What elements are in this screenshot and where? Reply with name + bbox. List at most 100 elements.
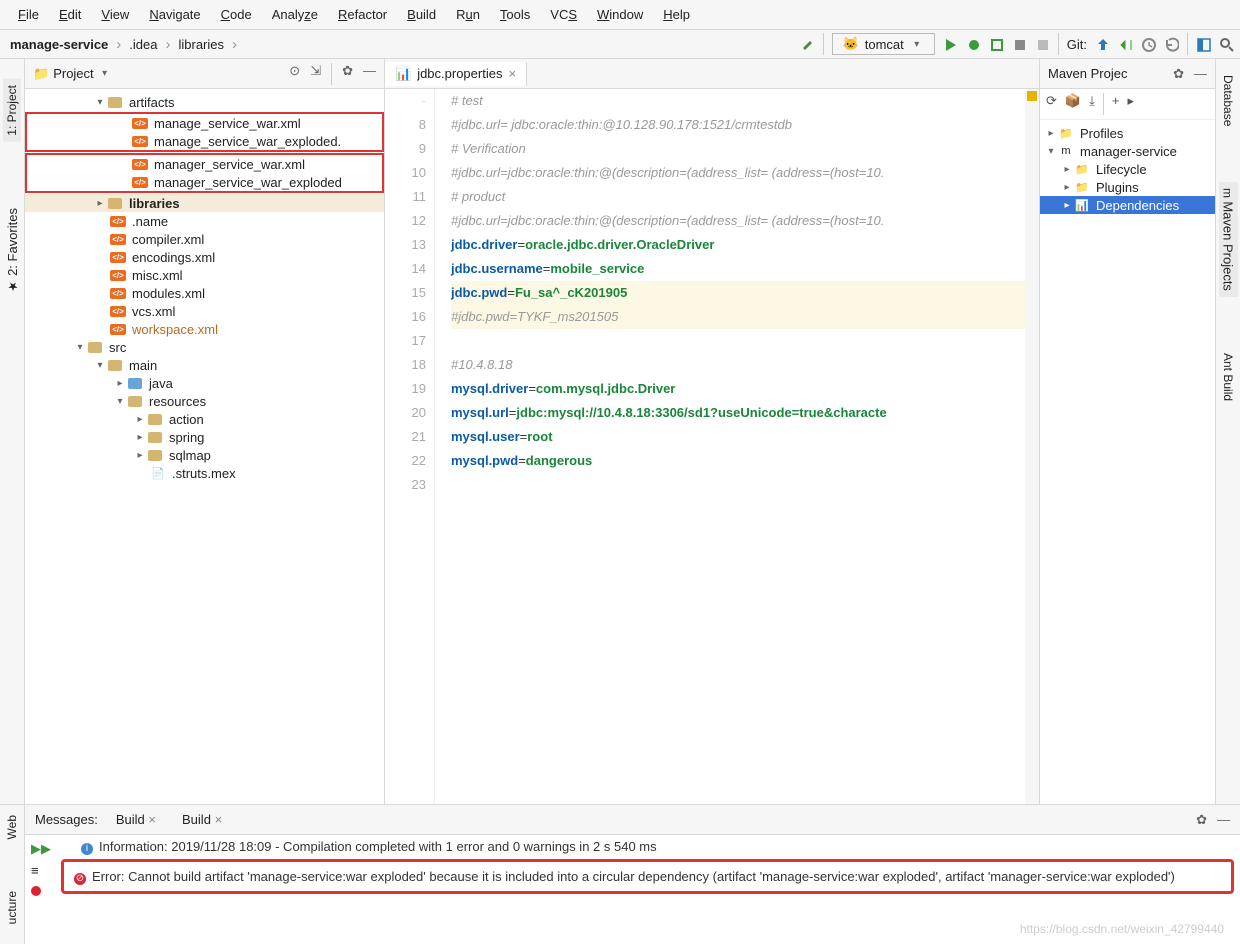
tree-file-a1[interactable]: </>manage_service_war.xml <box>27 114 382 132</box>
menu-edit[interactable]: Edit <box>51 4 89 25</box>
crumb-project[interactable]: manage-service <box>6 35 112 54</box>
tree-libraries[interactable]: ▸libraries <box>25 194 384 212</box>
maven-lifecycle[interactable]: ▸📁Lifecycle <box>1040 160 1215 178</box>
maven-tree[interactable]: ▸📁Profiles ▾mmanager-service ▸📁Lifecycle… <box>1040 120 1215 804</box>
code-lines[interactable]: # test #jdbc.url= jdbc:oracle:thin:@10.1… <box>435 89 1025 804</box>
run-config-combo[interactable]: 🐱 tomcat ▾ <box>832 33 935 55</box>
tree-action[interactable]: ▸action <box>25 410 384 428</box>
tree-sqlmap[interactable]: ▸sqlmap <box>25 446 384 464</box>
tree-file-modules[interactable]: </>modules.xml <box>25 284 384 302</box>
run-config-label: tomcat <box>865 37 904 52</box>
gear-icon[interactable]: ✿ <box>1173 66 1184 82</box>
menu-tools[interactable]: Tools <box>492 4 538 25</box>
git-revert-icon[interactable] <box>1164 37 1179 52</box>
git-commit-icon[interactable] <box>1118 37 1133 52</box>
messages-content: iInformation: 2019/11/28 18:09 - Compila… <box>61 839 1234 940</box>
tree-src[interactable]: ▾src <box>25 338 384 356</box>
git-history-icon[interactable] <box>1141 37 1156 52</box>
maven-dependencies[interactable]: ▸📊Dependencies <box>1040 196 1215 214</box>
tree-resources[interactable]: ▾resources <box>25 392 384 410</box>
messages-error-box[interactable]: ⊘Error: Cannot build artifact 'manage-se… <box>61 859 1234 894</box>
messages-tab-build2[interactable]: Build × <box>174 810 230 829</box>
messages-info-line[interactable]: iInformation: 2019/11/28 18:09 - Compila… <box>61 839 1234 855</box>
menu-analyze[interactable]: Analyze <box>264 4 326 25</box>
tree-file-a4[interactable]: </>manager_service_war_exploded <box>27 173 382 191</box>
close-tab-icon[interactable]: × <box>508 66 516 81</box>
maven-plugins[interactable]: ▸📁Plugins <box>1040 178 1215 196</box>
hide-icon[interactable]: — <box>363 63 376 85</box>
favorites-tool-tab[interactable]: ★ 2: Favorites <box>3 202 22 299</box>
separator <box>1058 33 1059 55</box>
profiler-icon[interactable] <box>1012 37 1027 52</box>
maven-profiles[interactable]: ▸📁Profiles <box>1040 124 1215 142</box>
menu-vcs[interactable]: VCS <box>542 4 585 25</box>
hammer-icon[interactable] <box>800 37 815 52</box>
debug-icon[interactable] <box>966 37 981 52</box>
tree-spring[interactable]: ▸spring <box>25 428 384 446</box>
layout-icon[interactable] <box>1196 37 1211 52</box>
chevron-down-icon[interactable]: ▾ <box>98 68 112 79</box>
tree-file-workspace[interactable]: </>workspace.xml <box>25 320 384 338</box>
hide-icon[interactable]: — <box>1217 812 1230 828</box>
bottom-panel: Web ucture Messages: Build × Build × ✿ —… <box>0 804 1240 944</box>
toolbar-right: 🐱 tomcat ▾ Git: <box>800 33 1234 55</box>
gear-icon[interactable]: ✿ <box>342 63 353 85</box>
tree-artifacts[interactable]: ▾artifacts <box>25 93 384 111</box>
run-icon[interactable] <box>943 37 958 52</box>
menu-help[interactable]: Help <box>655 4 698 25</box>
web-tool-tab[interactable]: Web <box>3 809 21 845</box>
project-tree[interactable]: ▾artifacts </>manage_service_war.xml </>… <box>25 89 384 804</box>
project-tool-tab[interactable]: 1: Project <box>3 79 21 142</box>
download-icon[interactable]: ⤓ <box>1089 93 1095 115</box>
stop-icon[interactable] <box>31 884 61 899</box>
separator <box>1187 33 1188 55</box>
maven-title: Maven Projec <box>1048 66 1127 81</box>
separator <box>823 33 824 55</box>
toolbar: manage-service› .idea› libraries› 🐱 tomc… <box>0 30 1240 59</box>
tree-file-encodings[interactable]: </>encodings.xml <box>25 248 384 266</box>
main-area: 1: Project ★ 2: Favorites 📁 Project ▾ ⊙ … <box>0 59 1240 804</box>
generate-icon[interactable]: 📦 <box>1065 93 1081 115</box>
tree-main[interactable]: ▾main <box>25 356 384 374</box>
collapse-all-icon[interactable]: ⇲ <box>310 63 321 85</box>
locate-icon[interactable]: ⊙ <box>289 63 300 85</box>
crumb-libraries[interactable]: libraries <box>174 35 228 54</box>
menu-code[interactable]: Code <box>213 4 260 25</box>
stop-icon[interactable] <box>1035 37 1050 52</box>
git-update-icon[interactable] <box>1095 37 1110 52</box>
maven-root[interactable]: ▾mmanager-service <box>1040 142 1215 160</box>
database-tool-tab[interactable]: Database <box>1219 69 1237 132</box>
tree-file-vcs[interactable]: </>vcs.xml <box>25 302 384 320</box>
hide-icon[interactable]: — <box>1194 66 1207 82</box>
search-icon[interactable] <box>1219 37 1234 52</box>
add-icon[interactable]: + <box>1112 93 1120 115</box>
tree-file-a3[interactable]: </>manager_service_war.xml <box>27 155 382 173</box>
ant-tool-tab[interactable]: Ant Build <box>1219 347 1237 407</box>
editor-tab-jdbc[interactable]: 📊 jdbc.properties × <box>385 62 527 86</box>
filter-icon[interactable]: ≡ <box>31 863 61 878</box>
menu-window[interactable]: Window <box>589 4 651 25</box>
maven-tool-tab[interactable]: m Maven Projects <box>1219 182 1238 297</box>
menu-refactor[interactable]: Refactor <box>330 4 395 25</box>
gear-icon[interactable]: ✿ <box>1196 812 1207 828</box>
code-editor[interactable]: - 891011121314151617181920212223 # test … <box>385 89 1039 804</box>
messages-tabs: Messages: Build × Build × ✿ — <box>25 805 1240 835</box>
tree-java[interactable]: ▸java <box>25 374 384 392</box>
menu-file[interactable]: File <box>10 4 47 25</box>
menu-view[interactable]: View <box>93 4 137 25</box>
tree-file-misc[interactable]: </>misc.xml <box>25 266 384 284</box>
structure-tool-tab[interactable]: ucture <box>3 885 21 930</box>
menu-build[interactable]: Build <box>399 4 444 25</box>
tree-file-name[interactable]: </>.name <box>25 212 384 230</box>
messages-tab-build1[interactable]: Build × <box>108 810 164 829</box>
coverage-icon[interactable] <box>989 37 1004 52</box>
crumb-idea[interactable]: .idea <box>125 35 161 54</box>
tree-struts[interactable]: 📄.struts.mex <box>25 464 384 482</box>
run-goal-icon[interactable]: ▸ <box>1127 93 1134 115</box>
tree-file-a2[interactable]: </>manage_service_war_exploded. <box>27 132 382 150</box>
menu-navigate[interactable]: Navigate <box>141 4 208 25</box>
rerun-icon[interactable]: ▶▶ <box>31 841 61 857</box>
tree-file-compiler[interactable]: </>compiler.xml <box>25 230 384 248</box>
reimport-icon[interactable]: ⟳ <box>1046 93 1057 115</box>
menu-run[interactable]: Run <box>448 4 488 25</box>
